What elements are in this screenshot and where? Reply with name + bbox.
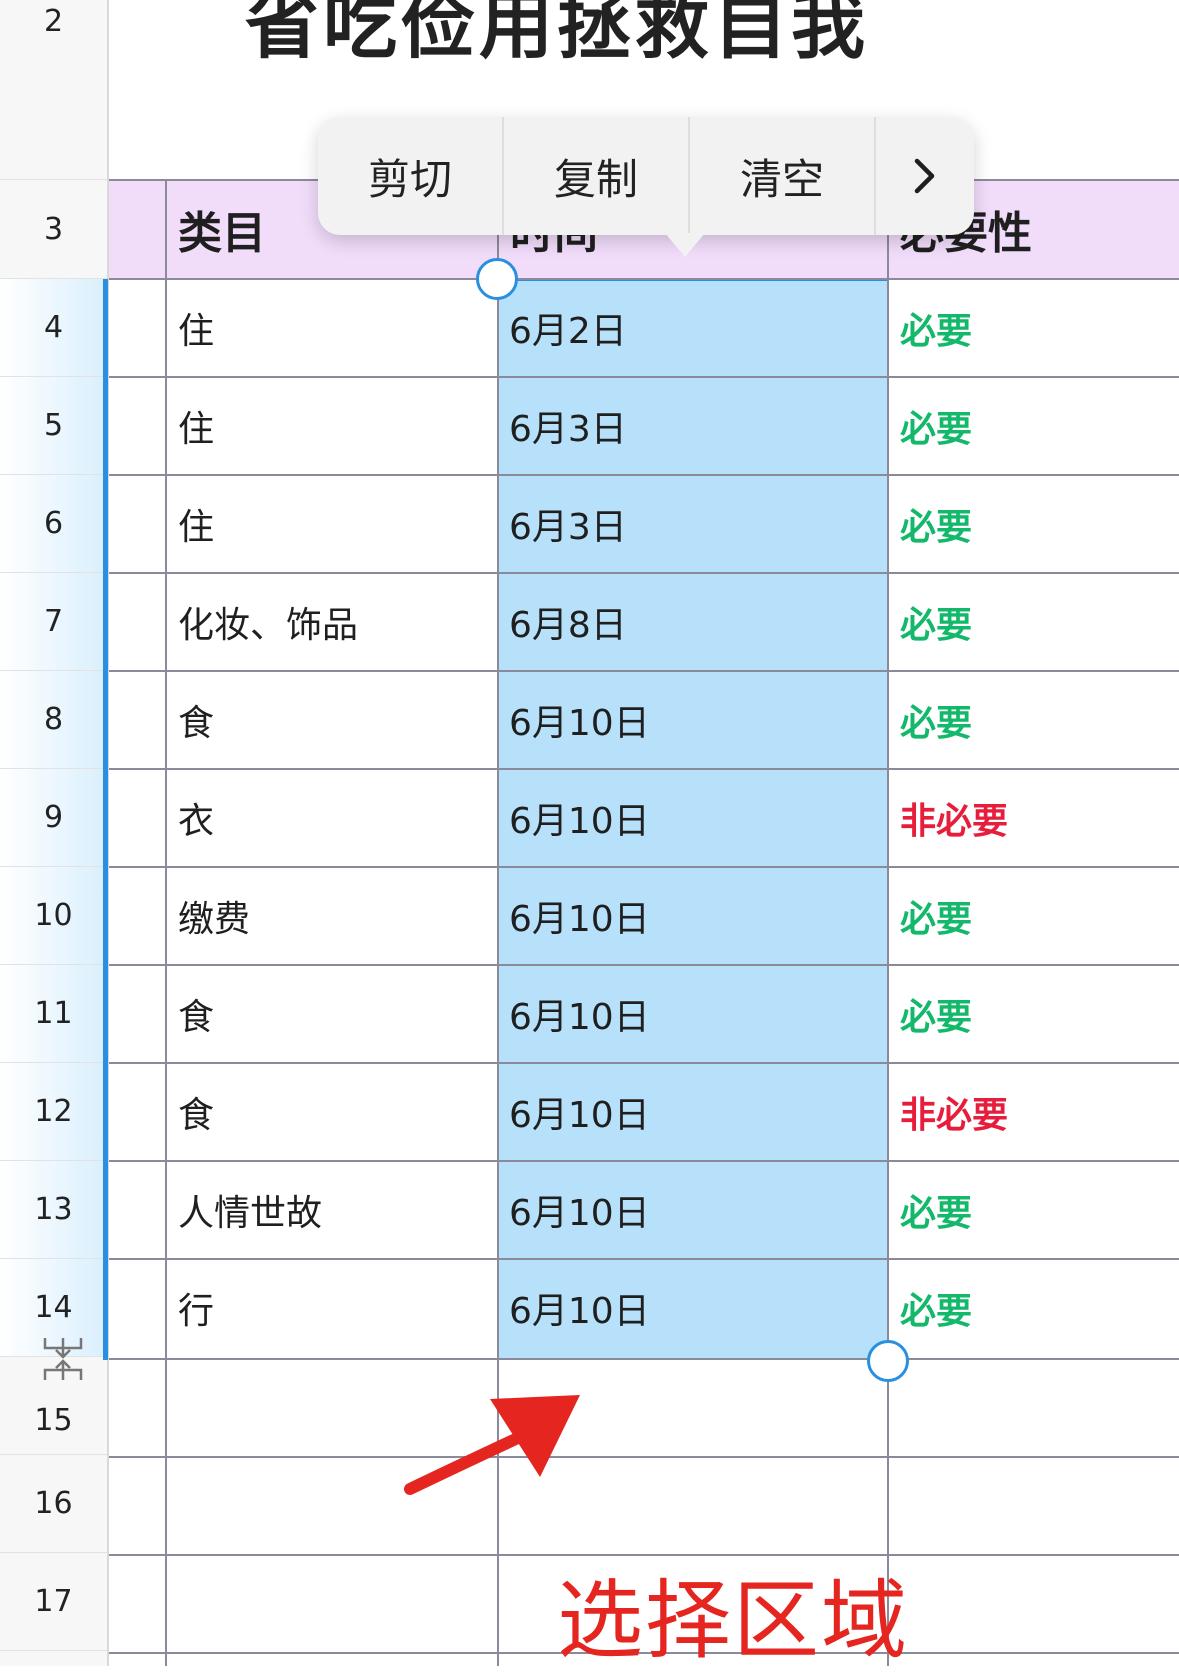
row-header-17[interactable]: 17 (0, 1553, 107, 1651)
cell-time[interactable]: 6月8日 (509, 573, 627, 671)
more-menu-button[interactable] (876, 117, 974, 235)
cell-category[interactable]: 食 (178, 671, 214, 769)
cell-necessity[interactable]: 必要 (900, 475, 972, 573)
cell-necessity[interactable]: 必要 (900, 867, 972, 965)
clear-menu-item[interactable]: 清空 (690, 117, 876, 235)
row-header-12[interactable]: 12 (0, 1063, 107, 1161)
cell-necessity[interactable]: 必要 (900, 671, 972, 769)
grid-line (109, 1358, 1179, 1360)
cut-menu-item[interactable]: 剪切 (318, 117, 504, 235)
cell-time[interactable]: 6月2日 (509, 279, 627, 377)
grid-line (109, 278, 1179, 280)
grid-line (109, 376, 1179, 378)
row-header-5[interactable]: 5 (0, 377, 107, 475)
row-header-10[interactable]: 10 (0, 867, 107, 965)
cell-time[interactable]: 6月10日 (509, 1063, 650, 1161)
row-header-3[interactable]: 3 (0, 180, 107, 279)
grid-line (165, 180, 167, 1666)
cell-necessity[interactable]: 必要 (900, 1161, 972, 1259)
column-header-category[interactable]: 类目 (178, 180, 266, 278)
row-header-4[interactable]: 4 (0, 279, 107, 377)
context-menu-pointer (665, 233, 705, 257)
selection-end-handle[interactable] (867, 1340, 909, 1382)
cell-category[interactable]: 食 (178, 965, 214, 1063)
sheet-title[interactable]: 省吃俭用拯救自我 (245, 0, 869, 73)
row-header-13[interactable]: 13 (0, 1161, 107, 1259)
cell-time[interactable]: 6月10日 (509, 965, 650, 1063)
grid-line (109, 474, 1179, 476)
cell-category[interactable]: 化妆、饰品 (178, 573, 358, 671)
annotation-arrow-icon (404, 1395, 580, 1495)
cell-category[interactable]: 衣 (178, 769, 214, 867)
cell-category[interactable]: 食 (178, 1063, 214, 1161)
cell-time[interactable]: 6月10日 (509, 1161, 650, 1259)
chevron-right-icon (914, 158, 935, 194)
cell-necessity[interactable]: 必要 (900, 279, 972, 377)
cell-time[interactable]: 6月10日 (509, 671, 650, 769)
row-header-8[interactable]: 8 (0, 671, 107, 769)
row-header-16[interactable]: 16 (0, 1455, 107, 1553)
grid-line (887, 180, 889, 1666)
grid-line (109, 1456, 1179, 1458)
cell-category[interactable]: 住 (178, 377, 214, 475)
annotation-text: 选择区域 (557, 1571, 909, 1671)
cell-category[interactable]: 缴费 (178, 867, 250, 965)
row-header-9[interactable]: 9 (0, 769, 107, 867)
row-resize-icon[interactable] (42, 1336, 84, 1382)
cell-time[interactable]: 6月10日 (509, 867, 650, 965)
row-header-6[interactable]: 6 (0, 475, 107, 573)
cell-necessity[interactable]: 非必要 (900, 769, 1008, 867)
row-header-2[interactable]: 2 (0, 0, 107, 180)
cell-category[interactable]: 行 (178, 1259, 214, 1357)
cell-necessity[interactable]: 非必要 (900, 1063, 1008, 1161)
cell-time[interactable]: 6月10日 (509, 769, 650, 867)
row-header-7[interactable]: 7 (0, 573, 107, 671)
cell-necessity[interactable]: 必要 (900, 1259, 972, 1357)
cell-time[interactable]: 6月3日 (509, 377, 627, 475)
cell-necessity[interactable]: 必要 (900, 573, 972, 671)
row-header-column: 2 3 4 5 6 7 8 9 10 11 12 13 14 15 16 17 (0, 0, 109, 1666)
cell-time[interactable]: 6月10日 (509, 1259, 650, 1357)
selection-start-handle[interactable] (476, 258, 518, 300)
cell-category[interactable]: 住 (178, 475, 214, 573)
cell-necessity[interactable]: 必要 (900, 965, 972, 1063)
row-selection-indicator (103, 279, 108, 1360)
cell-time[interactable]: 6月3日 (509, 475, 627, 573)
row-header-11[interactable]: 11 (0, 965, 107, 1063)
copy-menu-item[interactable]: 复制 (504, 117, 690, 235)
cell-necessity[interactable]: 必要 (900, 377, 972, 475)
cell-category[interactable]: 住 (178, 279, 214, 377)
context-menu: 剪切 复制 清空 (318, 117, 974, 235)
cell-category[interactable]: 人情世故 (178, 1161, 322, 1259)
